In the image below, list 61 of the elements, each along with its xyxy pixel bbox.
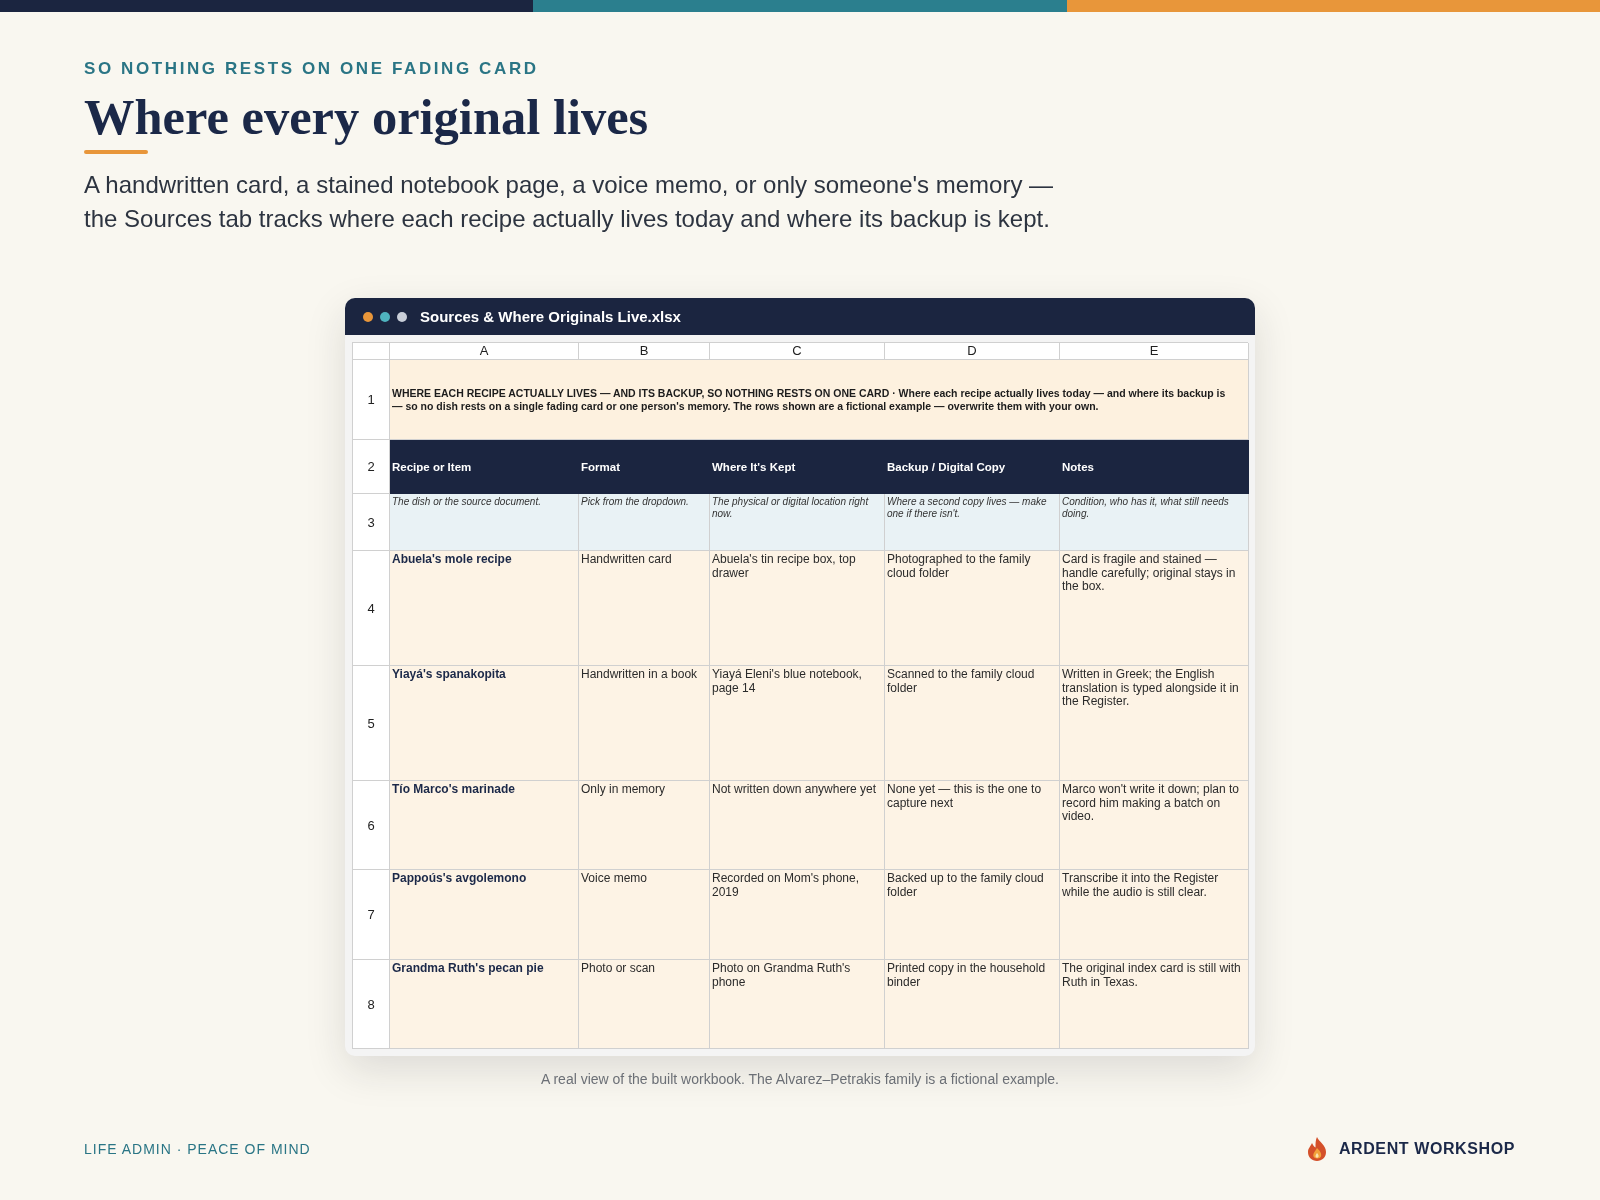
eyebrow-text: SO NOTHING RESTS ON ONE FADING CARD: [84, 58, 539, 80]
hint-cell: Where a second copy lives — make one if there isn't.: [885, 494, 1060, 551]
table-cell: Only in memory: [579, 781, 710, 870]
table-cell: Card is fragile and stained — handle carefully; original stays in the box.: [1060, 551, 1249, 666]
row-number: 7: [353, 870, 390, 960]
row-number: 2: [353, 440, 390, 494]
hint-cell: Pick from the dropdown.: [579, 494, 710, 551]
window-dot-icon: [397, 311, 407, 322]
table-cell: Abuela's tin recipe box, top drawer: [710, 551, 885, 666]
page-title: Where every original lives: [84, 89, 649, 145]
table-cell: Marco won't write it down; plan to record him making a batch on video.: [1060, 781, 1249, 870]
table-cell: Pappoús's avgolemono: [390, 870, 579, 960]
window-dot-icon: [363, 311, 373, 322]
column-letter: B: [579, 343, 710, 360]
flame-icon: [1306, 1137, 1327, 1161]
table-cell: Tío Marco's marinade: [390, 781, 579, 870]
table-cell: The original index card is still with Ruth in Texas.: [1060, 960, 1249, 1049]
header-cell: Backup / Digital Copy: [885, 440, 1060, 494]
row-number: 4: [353, 551, 390, 666]
table-cell: Photo or scan: [579, 960, 710, 1049]
table-cell: Abuela's mole recipe: [390, 551, 579, 666]
intro-paragraph: A handwritten card, a stained notebook page, a voice memo, or only someone's memory — the Sources tab tracks where each recipe actually lives today and where its backup is kept.: [84, 170, 1055, 234]
column-letter: A: [390, 343, 579, 360]
table-cell: Written in Greek; the English translation is typed alongside it in the Register.: [1060, 666, 1249, 781]
table-cell: Photo on Grandma Ruth's phone: [710, 960, 885, 1049]
title-underline: [84, 150, 148, 154]
header-cell: Recipe or Item: [390, 440, 579, 494]
row-number: 5: [353, 666, 390, 781]
table-cell: Photographed to the family cloud folder: [885, 551, 1060, 666]
table-cell: Handwritten in a book: [579, 666, 710, 781]
row-number: 3: [353, 494, 390, 551]
row-number: 1: [353, 360, 390, 440]
column-letter: E: [1060, 343, 1249, 360]
table-cell: Yiayá's spanakopita: [390, 666, 579, 781]
table-cell: Backed up to the family cloud folder: [885, 870, 1060, 960]
table-cell: Voice memo: [579, 870, 710, 960]
column-letter: D: [885, 343, 1060, 360]
row-number: 8: [353, 960, 390, 1049]
table-cell: Grandma Ruth's pecan pie: [390, 960, 579, 1049]
caption-text: A real view of the built workbook. The Alvarez–Petrakis family is a fictional example.: [541, 1070, 1059, 1089]
table-cell: None yet — this is the one to capture next: [885, 781, 1060, 870]
window-title: Sources & Where Originals Live.xlsx: [420, 308, 681, 325]
table-cell: Transcribe it into the Register while the audio is still clear.: [1060, 870, 1249, 960]
window-dot-icon: [380, 311, 390, 322]
header-cell: Where It's Kept: [710, 440, 885, 494]
table-cell: Handwritten card: [579, 551, 710, 666]
table-cell: Yiayá Eleni's blue notebook, page 14: [710, 666, 885, 781]
brand-name: ARDENT WORKSHOP: [1338, 1140, 1515, 1158]
row-number: 6: [353, 781, 390, 870]
header-cell: Notes: [1060, 440, 1249, 494]
hint-cell: Condition, who has it, what still needs doing.: [1060, 494, 1249, 551]
footer-tagline: LIFE ADMIN · PEACE OF MIND: [84, 1141, 311, 1157]
table-cell: Not written down anywhere yet: [710, 781, 885, 870]
column-letter: C: [710, 343, 885, 360]
table-cell: Scanned to the family cloud folder: [885, 666, 1060, 781]
hint-cell: The dish or the source document.: [390, 494, 579, 551]
banner-cell: WHERE EACH RECIPE ACTUALLY LIVES — AND ITS BACKUP, SO NOTHING RESTS ON ONE CARD · Where each recipe actually lives today — and where its backup is — so no dish rests on a single fading card or one person's memory. The rows shown are a fictional example — overwrite them with your own.: [390, 360, 1249, 440]
hint-cell: The physical or digital location right now.: [710, 494, 885, 551]
table-cell: Recorded on Mom's phone, 2019: [710, 870, 885, 960]
header-cell: Format: [579, 440, 710, 494]
table-cell: Printed copy in the household binder: [885, 960, 1060, 1049]
